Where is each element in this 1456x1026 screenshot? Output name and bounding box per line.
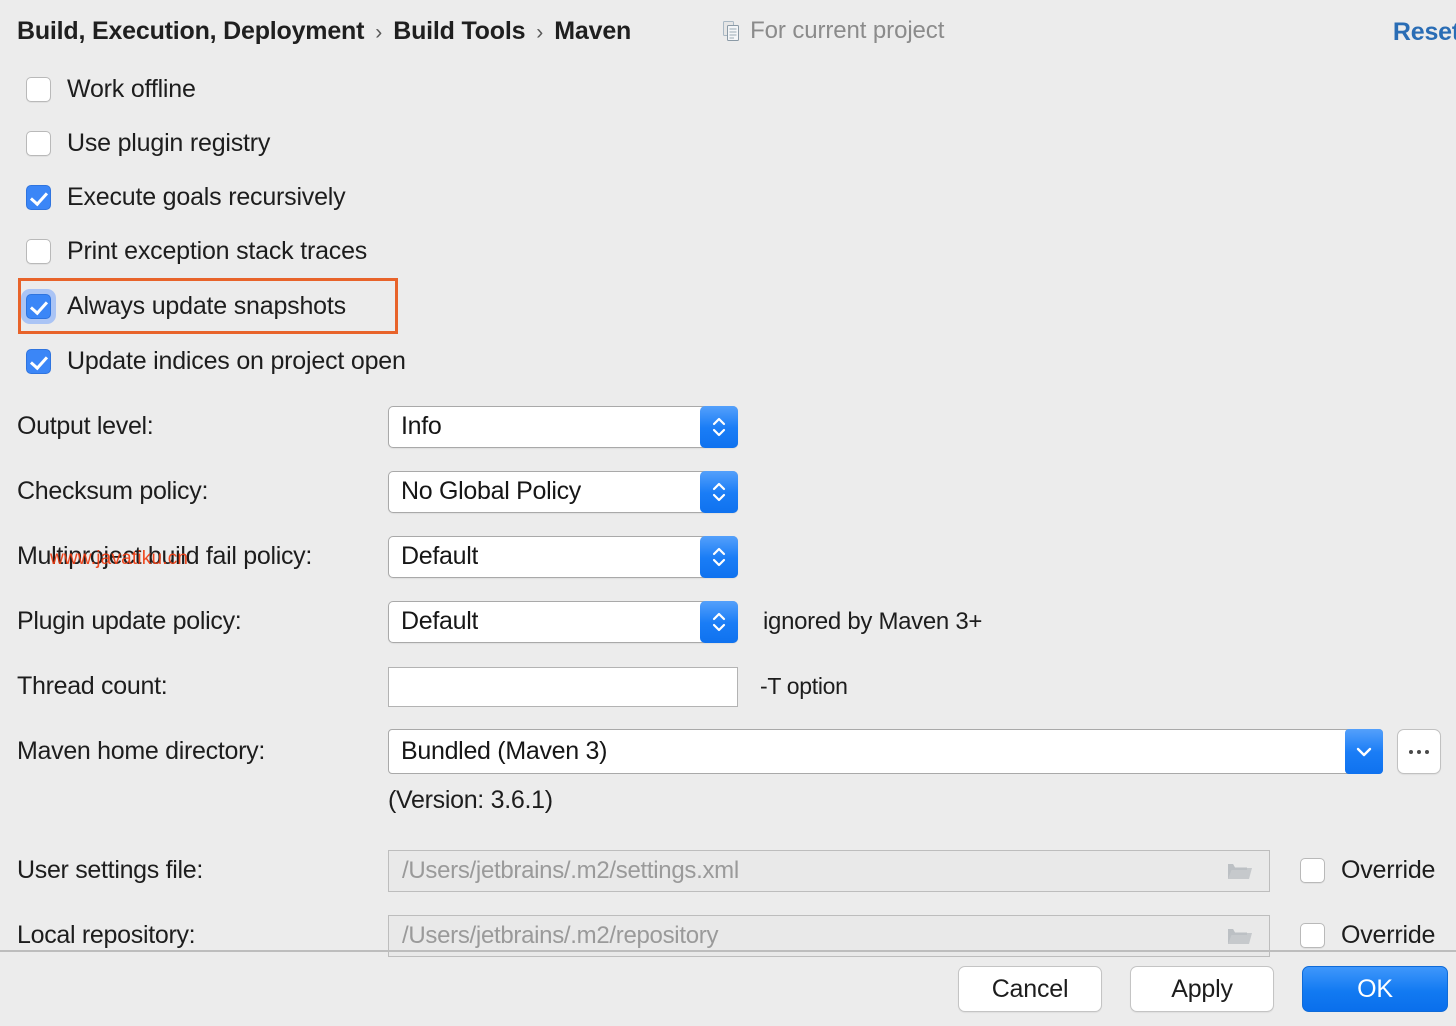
local-repository-value: /Users/jetbrains/.m2/repository	[389, 922, 718, 950]
breadcrumb-separator-icon: ›	[375, 21, 382, 45]
field-row-plugin-update-policy: Plugin update policy: Default ignored by…	[0, 589, 1456, 654]
hint-thread-count: -T option	[760, 673, 848, 700]
options-checkbox-group: Work offline Use plugin registry Execute…	[0, 62, 1456, 388]
folder-icon	[1227, 860, 1253, 887]
select-value-output-level: Info	[389, 412, 442, 441]
label-output-level: Output level:	[0, 412, 388, 441]
copy-pages-icon	[723, 21, 741, 41]
ok-button[interactable]: OK	[1302, 966, 1448, 1012]
cancel-button[interactable]: Cancel	[958, 966, 1102, 1012]
folder-icon	[1227, 925, 1253, 952]
checkbox-override-local-repository[interactable]	[1300, 923, 1325, 948]
field-row-maven-home-directory: Maven home directory: Bundled (Maven 3)	[0, 719, 1456, 784]
label-maven-home-directory: Maven home directory:	[0, 737, 388, 766]
checkbox-row-print-exception-stack-traces[interactable]: Print exception stack traces	[0, 224, 1456, 278]
checkbox-label-print-exception-stack-traces: Print exception stack traces	[67, 237, 367, 266]
project-scope-indicator: For current project	[723, 17, 944, 45]
project-scope-label: For current project	[750, 17, 944, 45]
override-user-settings-file[interactable]: Override	[1300, 856, 1435, 885]
checkbox-row-always-update-snapshots[interactable]: Always update snapshots	[0, 278, 1456, 334]
select-value-checksum-policy: No Global Policy	[389, 477, 581, 506]
select-plugin-update-policy[interactable]: Default	[388, 601, 738, 643]
override-local-repository[interactable]: Override	[1300, 921, 1435, 950]
label-user-settings-file: User settings file:	[0, 856, 388, 885]
checkbox-label-use-plugin-registry: Use plugin registry	[67, 129, 270, 158]
apply-button[interactable]: Apply	[1130, 966, 1274, 1012]
breadcrumb-separator-icon: ›	[536, 21, 543, 45]
ellipsis-icon	[1409, 750, 1429, 754]
checkbox-row-use-plugin-registry[interactable]: Use plugin registry	[0, 116, 1456, 170]
field-row-multiproject-build-fail-policy: Multiproject build fail policy: Default	[0, 524, 1456, 589]
chevron-down-icon[interactable]	[1345, 729, 1383, 774]
label-override-local-repository: Override	[1341, 921, 1435, 950]
breadcrumb-item-maven: Maven	[554, 17, 631, 46]
label-override-user-settings-file: Override	[1341, 856, 1435, 885]
field-row-thread-count: Thread count: -T option	[0, 654, 1456, 719]
select-checksum-policy[interactable]: No Global Policy	[388, 471, 738, 513]
stepper-plugin-update-policy[interactable]	[700, 601, 738, 643]
checkbox-focus-ring	[21, 289, 56, 324]
browse-maven-home-button[interactable]	[1397, 729, 1441, 774]
checkbox-always-update-snapshots[interactable]	[26, 294, 51, 319]
checkbox-row-update-indices-on-project-open[interactable]: Update indices on project open	[0, 334, 1456, 388]
settings-header: Build, Execution, Deployment › Build Too…	[0, 0, 1456, 62]
label-checksum-policy: Checksum policy:	[0, 477, 388, 506]
select-output-level[interactable]: Info	[388, 406, 738, 448]
user-settings-file-input: /Users/jetbrains/.m2/settings.xml	[388, 850, 1270, 892]
label-local-repository: Local repository:	[0, 921, 388, 950]
checkbox-execute-goals-recursively[interactable]	[26, 185, 51, 210]
user-settings-file-value: /Users/jetbrains/.m2/settings.xml	[389, 857, 739, 885]
highlight-annotation-box: Always update snapshots	[21, 281, 395, 331]
field-row-user-settings-file: User settings file: /Users/jetbrains/.m2…	[0, 838, 1456, 903]
label-thread-count: Thread count:	[0, 672, 388, 701]
label-plugin-update-policy: Plugin update policy:	[0, 607, 388, 636]
checkbox-label-execute-goals-recursively: Execute goals recursively	[67, 183, 345, 212]
maven-settings-form: Output level: Info Checksum policy: No G…	[0, 394, 1456, 968]
checkbox-label-work-offline: Work offline	[67, 75, 196, 104]
checkbox-print-exception-stack-traces[interactable]	[26, 239, 51, 264]
thread-count-input[interactable]	[388, 667, 738, 707]
checkbox-work-offline[interactable]	[26, 77, 51, 102]
stepper-checksum-policy[interactable]	[700, 471, 738, 513]
reset-link[interactable]: Reset	[1393, 18, 1456, 47]
hint-plugin-update-policy: ignored by Maven 3+	[763, 608, 982, 636]
label-multiproject-build-fail-policy: Multiproject build fail policy:	[0, 542, 388, 571]
field-row-checksum-policy: Checksum policy: No Global Policy	[0, 459, 1456, 524]
dialog-button-bar: Cancel Apply OK	[0, 952, 1456, 1026]
select-value-maven-home-directory: Bundled (Maven 3)	[389, 737, 607, 766]
breadcrumb-item-build-execution-deployment[interactable]: Build, Execution, Deployment	[17, 17, 364, 46]
checkbox-use-plugin-registry[interactable]	[26, 131, 51, 156]
checkbox-row-execute-goals-recursively[interactable]: Execute goals recursively	[0, 170, 1456, 224]
breadcrumb-item-build-tools[interactable]: Build Tools	[393, 17, 525, 46]
select-maven-home-directory[interactable]: Bundled (Maven 3)	[388, 729, 1383, 774]
select-value-multiproject-build-fail-policy: Default	[389, 542, 478, 571]
stepper-output-level[interactable]	[700, 406, 738, 448]
select-value-plugin-update-policy: Default	[389, 607, 478, 636]
checkbox-label-always-update-snapshots: Always update snapshots	[67, 292, 346, 321]
checkbox-label-update-indices-on-project-open: Update indices on project open	[67, 347, 406, 376]
checkbox-override-user-settings-file[interactable]	[1300, 858, 1325, 883]
field-row-output-level: Output level: Info	[0, 394, 1456, 459]
select-multiproject-build-fail-policy[interactable]: Default	[388, 536, 738, 578]
maven-version-note: (Version: 3.6.1)	[388, 786, 553, 815]
checkbox-row-work-offline[interactable]: Work offline	[0, 62, 1456, 116]
stepper-multiproject-build-fail-policy[interactable]	[700, 536, 738, 578]
breadcrumb: Build, Execution, Deployment › Build Too…	[17, 17, 631, 46]
checkbox-update-indices-on-project-open[interactable]	[26, 349, 51, 374]
